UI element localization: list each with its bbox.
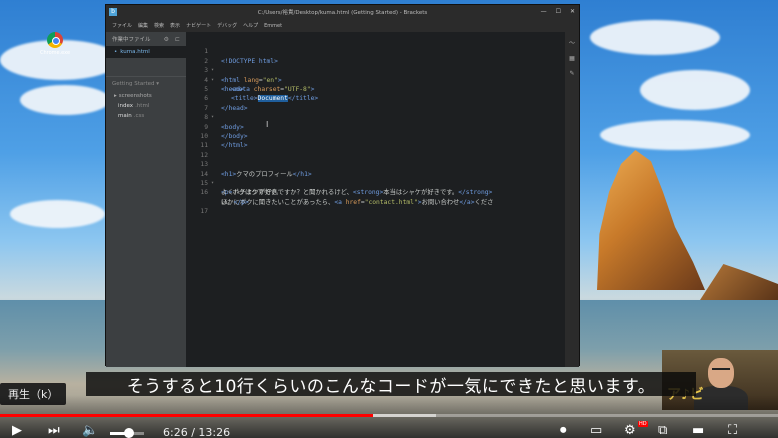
folder-name: screenshots bbox=[118, 93, 152, 99]
code-line: 1 <!DOCTYPE html> bbox=[186, 38, 567, 64]
working-file-name: kuma.html bbox=[120, 49, 150, 55]
autoplay-toggle-icon[interactable]: ⏺ bbox=[560, 424, 567, 438]
next-icon[interactable]: ⏭ bbox=[48, 424, 60, 438]
right-toolbar: 〜 ▦ ✎ bbox=[565, 32, 579, 367]
progress-bar[interactable] bbox=[0, 414, 778, 417]
code-line: い。</p> bbox=[186, 188, 567, 206]
text-cursor-icon: I bbox=[266, 120, 269, 129]
rock-formation bbox=[700, 264, 778, 300]
time-separator: / bbox=[187, 426, 199, 438]
extension-manager-icon[interactable]: ▦ bbox=[569, 55, 575, 62]
rock-formation bbox=[597, 150, 705, 290]
menu-view[interactable]: 表示 bbox=[170, 22, 180, 29]
tree-file-index[interactable]: index .html bbox=[106, 101, 186, 111]
code-editor[interactable]: 1 <!DOCTYPE html> 2 ▾ <html lang="en"> 3… bbox=[186, 32, 567, 367]
close-button[interactable]: ✕ bbox=[570, 8, 575, 16]
menu-find[interactable]: 検索 bbox=[154, 22, 164, 29]
sidebar: 作業中ファイル ⚙ ⊏ • kuma.html Getting Started … bbox=[106, 32, 186, 367]
file-ext: .html bbox=[135, 103, 150, 109]
volume-knob[interactable] bbox=[124, 428, 134, 438]
menu-file[interactable]: ファイル bbox=[112, 22, 132, 29]
working-files-label: 作業中ファイル bbox=[112, 37, 151, 43]
code-line: 15 よくハチミツが好きですか？と聞かれるけど、<strong>本当はシャケが好… bbox=[186, 170, 567, 196]
wrench-icon[interactable]: ✎ bbox=[569, 70, 574, 77]
duration: 13:26 bbox=[198, 426, 231, 438]
cloud bbox=[600, 120, 750, 150]
code-line: 5 <title>Document</title> bbox=[186, 76, 567, 103]
time-display: 6:26 / 13:26 bbox=[163, 426, 230, 438]
file-name: index bbox=[118, 103, 134, 109]
code-line: 2 ▾ <html lang="en"> bbox=[186, 47, 567, 84]
volume-icon[interactable]: 🔈 bbox=[82, 424, 98, 438]
chrome-icon bbox=[47, 32, 63, 48]
theater-mode-icon[interactable]: ▬ bbox=[692, 424, 704, 438]
code-line: 17 bbox=[186, 198, 567, 215]
presenter-glasses bbox=[712, 368, 730, 372]
file-ext: .css bbox=[133, 113, 145, 119]
file-name: main bbox=[118, 113, 132, 119]
presenter-face bbox=[708, 358, 734, 388]
code-line: 8 bbox=[186, 104, 567, 121]
code-line: 7 ▾ <body> bbox=[186, 94, 567, 131]
tree-file-main[interactable]: main .css bbox=[106, 111, 186, 121]
working-file-item[interactable]: • kuma.html bbox=[106, 46, 186, 58]
minimize-button[interactable]: — bbox=[541, 8, 547, 16]
current-time: 6:26 bbox=[163, 426, 188, 438]
code-line: 9 </body> bbox=[186, 113, 567, 140]
menu-debug[interactable]: デバッグ bbox=[217, 22, 237, 29]
cloud bbox=[10, 200, 105, 228]
miniplayer-icon[interactable]: ⧉ bbox=[658, 424, 667, 438]
menu-emmet[interactable]: Emmet bbox=[264, 23, 282, 29]
brackets-window: b C:/Users/裕貴/Desktop/kuma.html (Getting… bbox=[105, 4, 580, 367]
brackets-logo-icon: b bbox=[109, 8, 117, 16]
settings-gear-icon[interactable]: ⚙ bbox=[624, 424, 636, 438]
code-line: 14 ▾ <p>ボクはクマです。 bbox=[186, 160, 567, 197]
progress-played bbox=[0, 414, 373, 417]
project-name: Getting Started ▾ bbox=[112, 81, 160, 87]
project-dropdown[interactable]: Getting Started ▾ bbox=[106, 77, 186, 91]
maximize-button[interactable]: ☐ bbox=[556, 8, 561, 16]
window-titlebar[interactable]: b C:/Users/裕貴/Desktop/kuma.html (Getting… bbox=[106, 5, 579, 19]
caption-box: そうすると10行くらいのこんなコードが一気にできたと思います。 bbox=[86, 372, 696, 397]
split-view-icon[interactable]: ⊏ bbox=[175, 36, 180, 43]
cloud bbox=[20, 85, 110, 115]
code-line: 3 ▾ <head> bbox=[186, 57, 567, 93]
desktop-icon-chrome[interactable]: Chrome.exe bbox=[40, 32, 70, 56]
menu-edit[interactable]: 編集 bbox=[138, 22, 148, 29]
caption-text: そうすると10行くらいのこんなコードが一気にできたと思います。 bbox=[126, 376, 656, 397]
menu-navigate[interactable]: ナビゲート bbox=[186, 22, 211, 29]
code-line: 16 ほかにボクに聞きたいことがあったら、<a href="contact.ht… bbox=[186, 179, 567, 205]
folder-arrow-icon: ▸ bbox=[114, 93, 117, 99]
window-title: C:/Users/裕貴/Desktop/kuma.html (Getting S… bbox=[257, 10, 428, 16]
code-line: 13 <h1>クマのプロフィール</h1> bbox=[186, 151, 567, 177]
working-files-header: 作業中ファイル ⚙ ⊏ bbox=[106, 32, 186, 46]
cloud bbox=[590, 20, 720, 55]
live-preview-icon[interactable]: 〜 bbox=[569, 38, 575, 47]
cloud bbox=[640, 70, 750, 110]
code-line: 12 bbox=[186, 141, 567, 159]
code-line: 11 bbox=[186, 132, 567, 149]
hd-badge: HD bbox=[638, 421, 648, 427]
bullet-icon: • bbox=[114, 49, 118, 55]
subtitles-icon[interactable]: ▭ bbox=[590, 424, 602, 438]
menu-bar: ファイル 編集 検索 表示 ナビゲート デバッグ ヘルプ Emmet bbox=[106, 19, 579, 32]
gear-icon[interactable]: ⚙ bbox=[164, 36, 169, 43]
code-line: 4 <meta charset="UTF-8"> bbox=[186, 66, 567, 93]
play-icon[interactable]: ▶ bbox=[12, 424, 22, 438]
tree-folder-screenshots[interactable]: ▸ screenshots bbox=[106, 91, 186, 101]
desktop-icon-label: Chrome.exe bbox=[39, 50, 71, 56]
line-number: 17 bbox=[200, 208, 208, 216]
code-line: 10 </html> bbox=[186, 123, 567, 149]
code-line: 6 </head> bbox=[186, 85, 567, 111]
fullscreen-icon[interactable]: ⛶ bbox=[728, 424, 737, 438]
menu-help[interactable]: ヘルプ bbox=[243, 22, 258, 29]
